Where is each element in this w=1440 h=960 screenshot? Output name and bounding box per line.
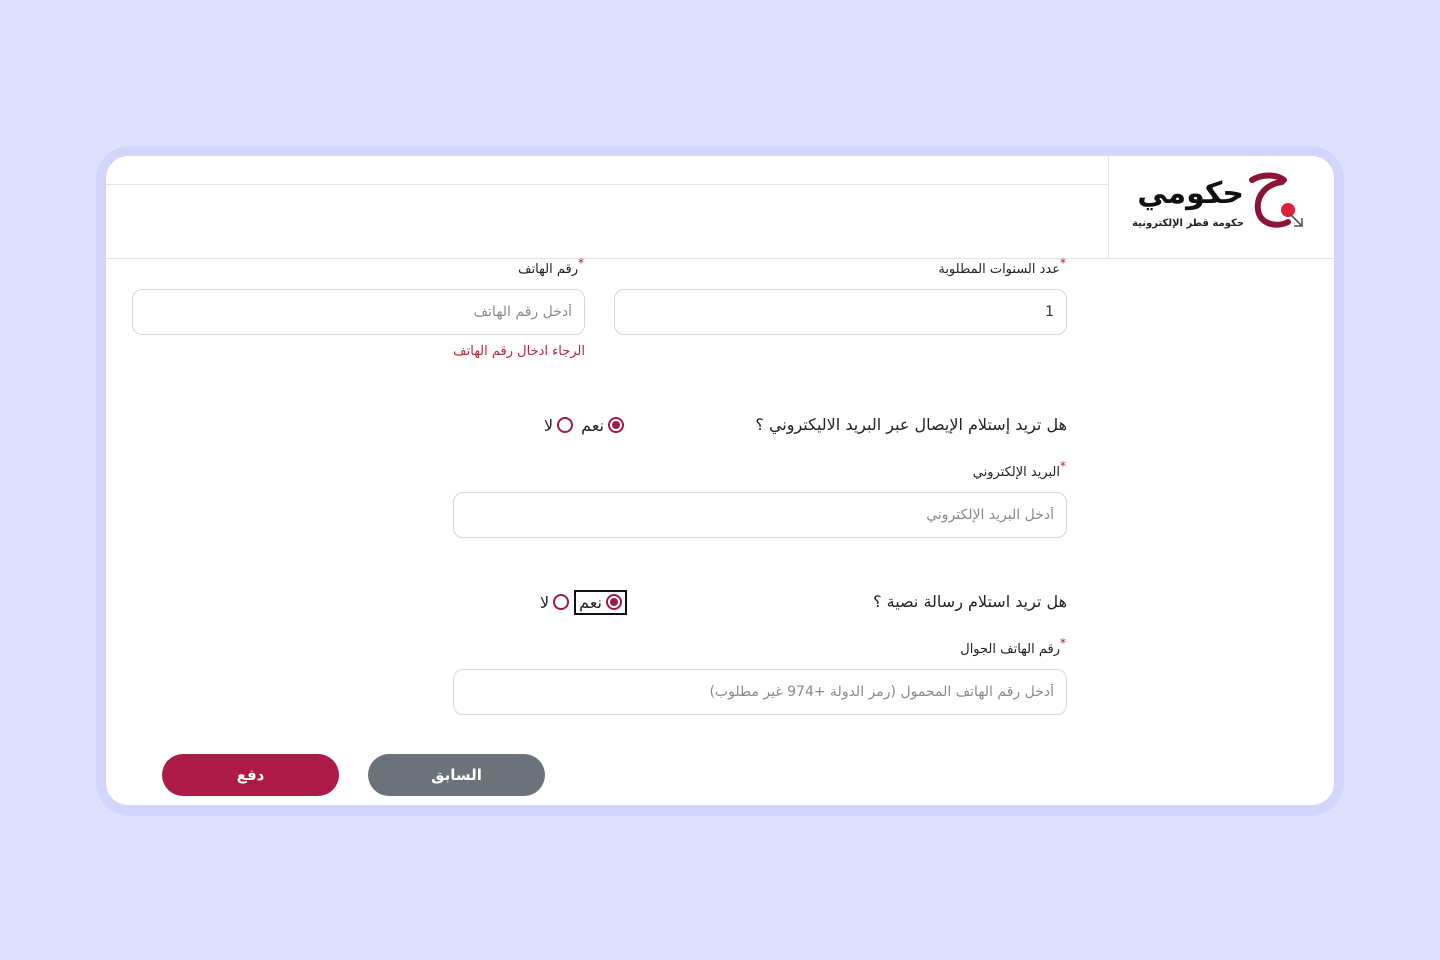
email-receipt-no[interactable]: لا xyxy=(544,415,574,435)
no-label: لا xyxy=(540,592,550,612)
phone-label: *رقم الهاتف xyxy=(518,256,585,277)
years-input[interactable] xyxy=(614,289,1067,335)
mobile-input[interactable] xyxy=(453,669,1067,715)
radio-unchecked-icon[interactable] xyxy=(553,594,570,610)
mobile-label: *رقم الهاتف الجوال xyxy=(960,636,1067,657)
phone-label-text: رقم الهاتف xyxy=(518,262,578,277)
previous-button[interactable]: السابق xyxy=(368,754,545,796)
header-divider-bottom xyxy=(106,258,1334,259)
required-mark: * xyxy=(1060,256,1066,270)
radio-unchecked-icon[interactable] xyxy=(557,417,574,433)
email-receipt-radio-group: نعم لا xyxy=(544,413,624,437)
header-divider-vertical xyxy=(1108,156,1109,258)
sms-question: هل تريد استلام رسالة نصية ؟ xyxy=(873,592,1067,611)
email-receipt-question: هل تريد إستلام الإيصال عبر البريد الاليك… xyxy=(755,415,1067,434)
header-divider-top xyxy=(106,184,1108,185)
required-mark: * xyxy=(1060,459,1066,473)
corner-dot xyxy=(110,162,112,164)
logo-name: حكومي xyxy=(1137,176,1244,211)
phone-error: الرجاء ادخال رقم الهاتف xyxy=(453,344,585,359)
logo-mark-icon xyxy=(1249,172,1303,228)
logo[interactable]: حكومي حكومة قطر الإلكترونية xyxy=(1132,170,1306,236)
radio-checked-icon[interactable] xyxy=(606,594,622,610)
form-card: حكومي حكومة قطر الإلكترونية *عدد السنوات… xyxy=(106,156,1334,805)
yes-label: نعم xyxy=(581,415,604,435)
sms-no[interactable]: لا xyxy=(540,592,570,612)
sms-yes[interactable]: نعم xyxy=(574,589,627,615)
mobile-label-text: رقم الهاتف الجوال xyxy=(960,642,1060,657)
sms-radio-group: نعم لا xyxy=(540,589,627,615)
logo-subtitle: حكومة قطر الإلكترونية xyxy=(1132,218,1244,229)
pay-button[interactable]: دفع xyxy=(162,754,339,796)
years-label-text: عدد السنوات المطلوبة xyxy=(938,262,1060,277)
email-label: *البريد الإلكتروني xyxy=(972,459,1067,480)
yes-label: نعم xyxy=(579,592,602,612)
required-mark: * xyxy=(578,256,584,270)
email-receipt-yes[interactable]: نعم xyxy=(581,416,624,435)
no-label: لا xyxy=(544,415,554,435)
radio-checked-icon[interactable] xyxy=(608,417,624,433)
phone-input[interactable] xyxy=(132,289,585,335)
email-label-text: البريد الإلكتروني xyxy=(972,465,1060,480)
required-mark: * xyxy=(1060,636,1066,650)
email-input[interactable] xyxy=(453,492,1067,538)
years-label: *عدد السنوات المطلوبة xyxy=(938,256,1067,277)
